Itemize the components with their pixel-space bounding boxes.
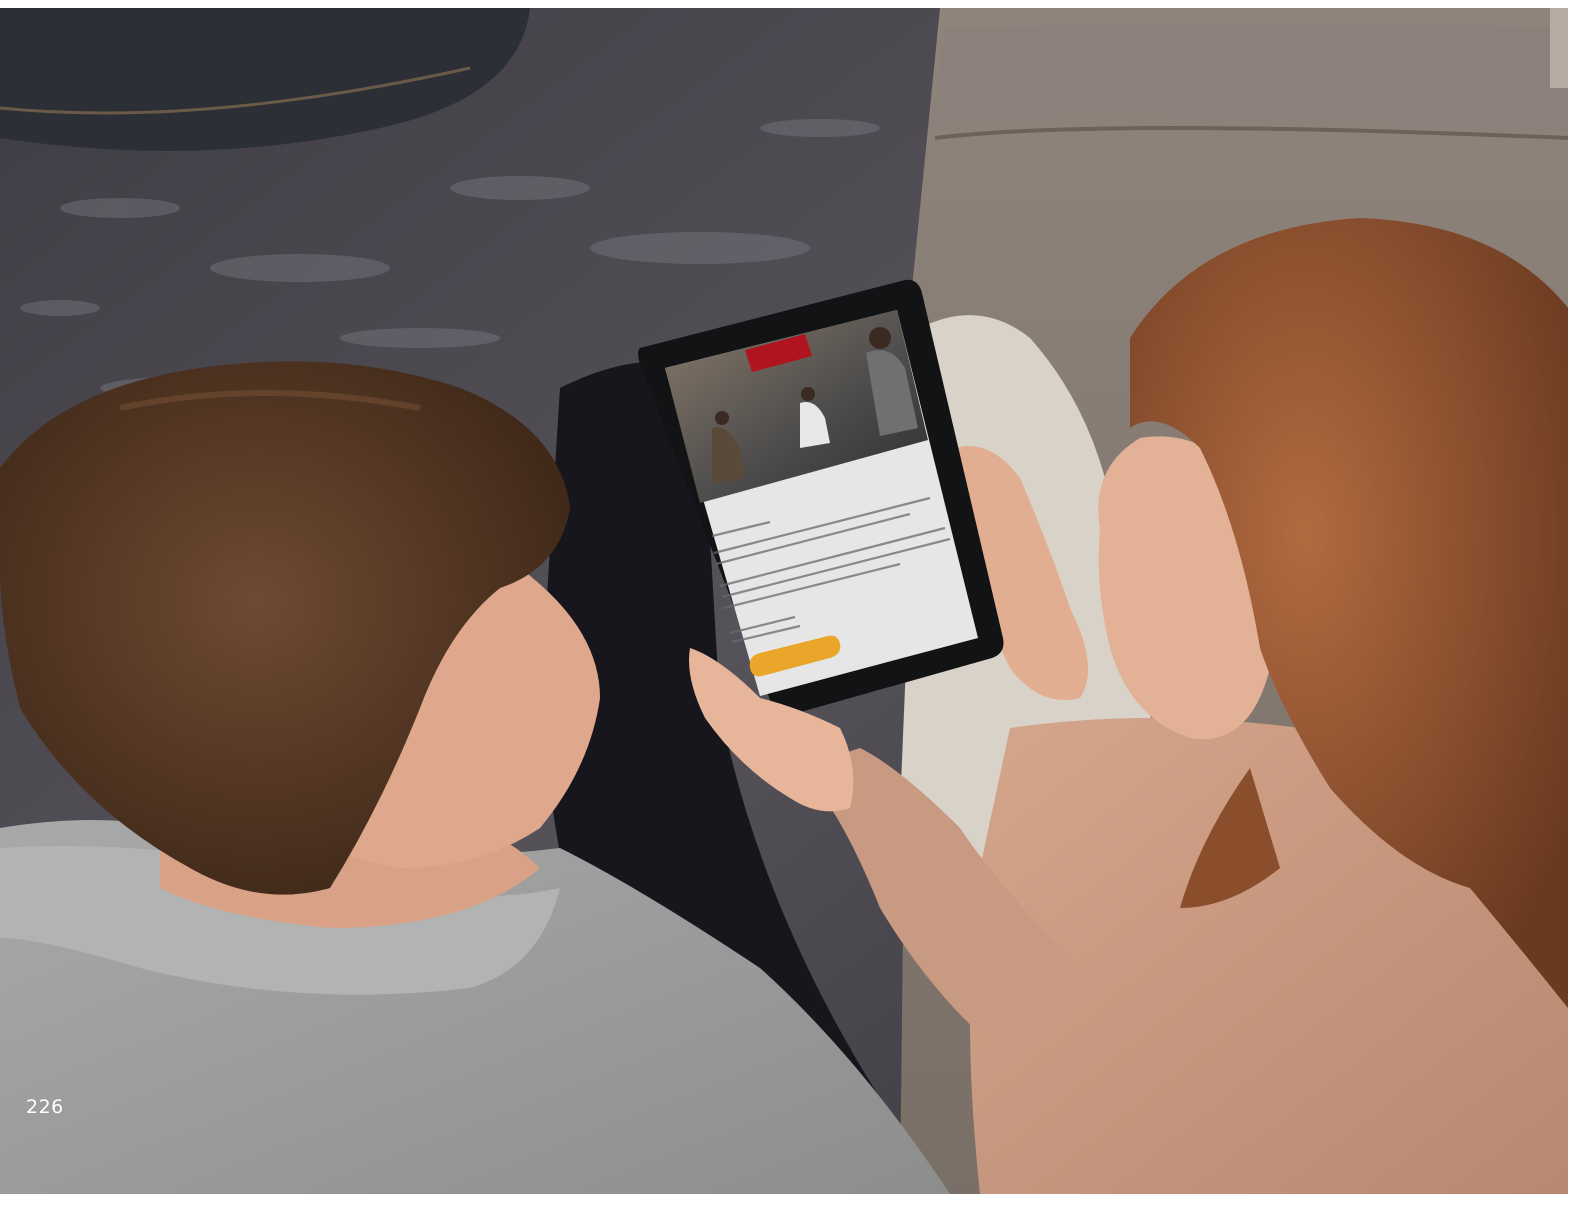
photo-scene <box>0 8 1568 1194</box>
page-number: 226 <box>26 1096 64 1118</box>
couple-with-tablet-photo <box>0 8 1568 1194</box>
